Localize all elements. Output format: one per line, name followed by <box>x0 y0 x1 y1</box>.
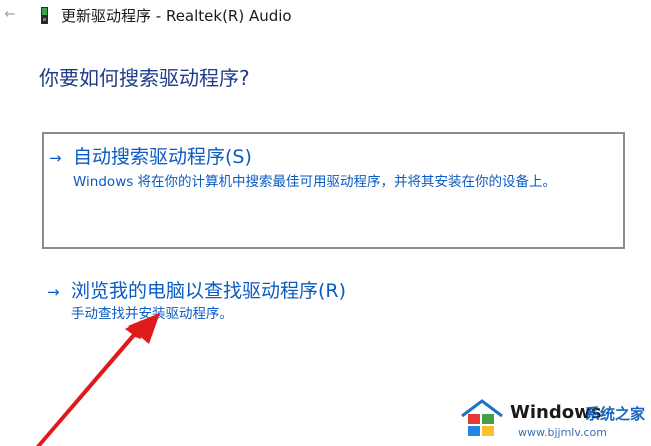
device-driver-icon <box>41 7 48 24</box>
windows-logo-icon <box>461 399 503 436</box>
window-title: 更新驱动程序 - Realtek(R) Audio <box>61 7 292 25</box>
site-watermark: Windows 系统之家 www.bjjmlv.com <box>460 392 650 446</box>
arrow-right-icon: → <box>47 283 60 301</box>
title-bar: ← 更新驱动程序 - Realtek(R) Audio <box>0 0 651 34</box>
watermark-url: www.bjjmlv.com <box>518 426 607 439</box>
arrow-right-icon: → <box>49 149 62 167</box>
back-arrow-icon[interactable]: ← <box>3 8 17 22</box>
option-description: Windows 将在你的计算机中搜索最佳可用驱动程序，并将其安装在你的设备上。 <box>73 174 557 190</box>
option-description: 手动查找并安装驱动程序。 <box>71 306 233 322</box>
option-title: 浏览我的电脑以查找驱动程序(R) <box>71 280 347 302</box>
watermark-brand-cn: 系统之家 <box>585 405 646 423</box>
browse-computer-driver-option[interactable]: → 浏览我的电脑以查找驱动程序(R) 手动查找并安装驱动程序。 <box>42 270 625 340</box>
auto-search-driver-option[interactable]: → 自动搜索驱动程序(S) Windows 将在你的计算机中搜索最佳可用驱动程序… <box>42 132 625 249</box>
page-heading: 你要如何搜索驱动程序? <box>39 66 250 90</box>
option-title: 自动搜索驱动程序(S) <box>73 146 252 168</box>
